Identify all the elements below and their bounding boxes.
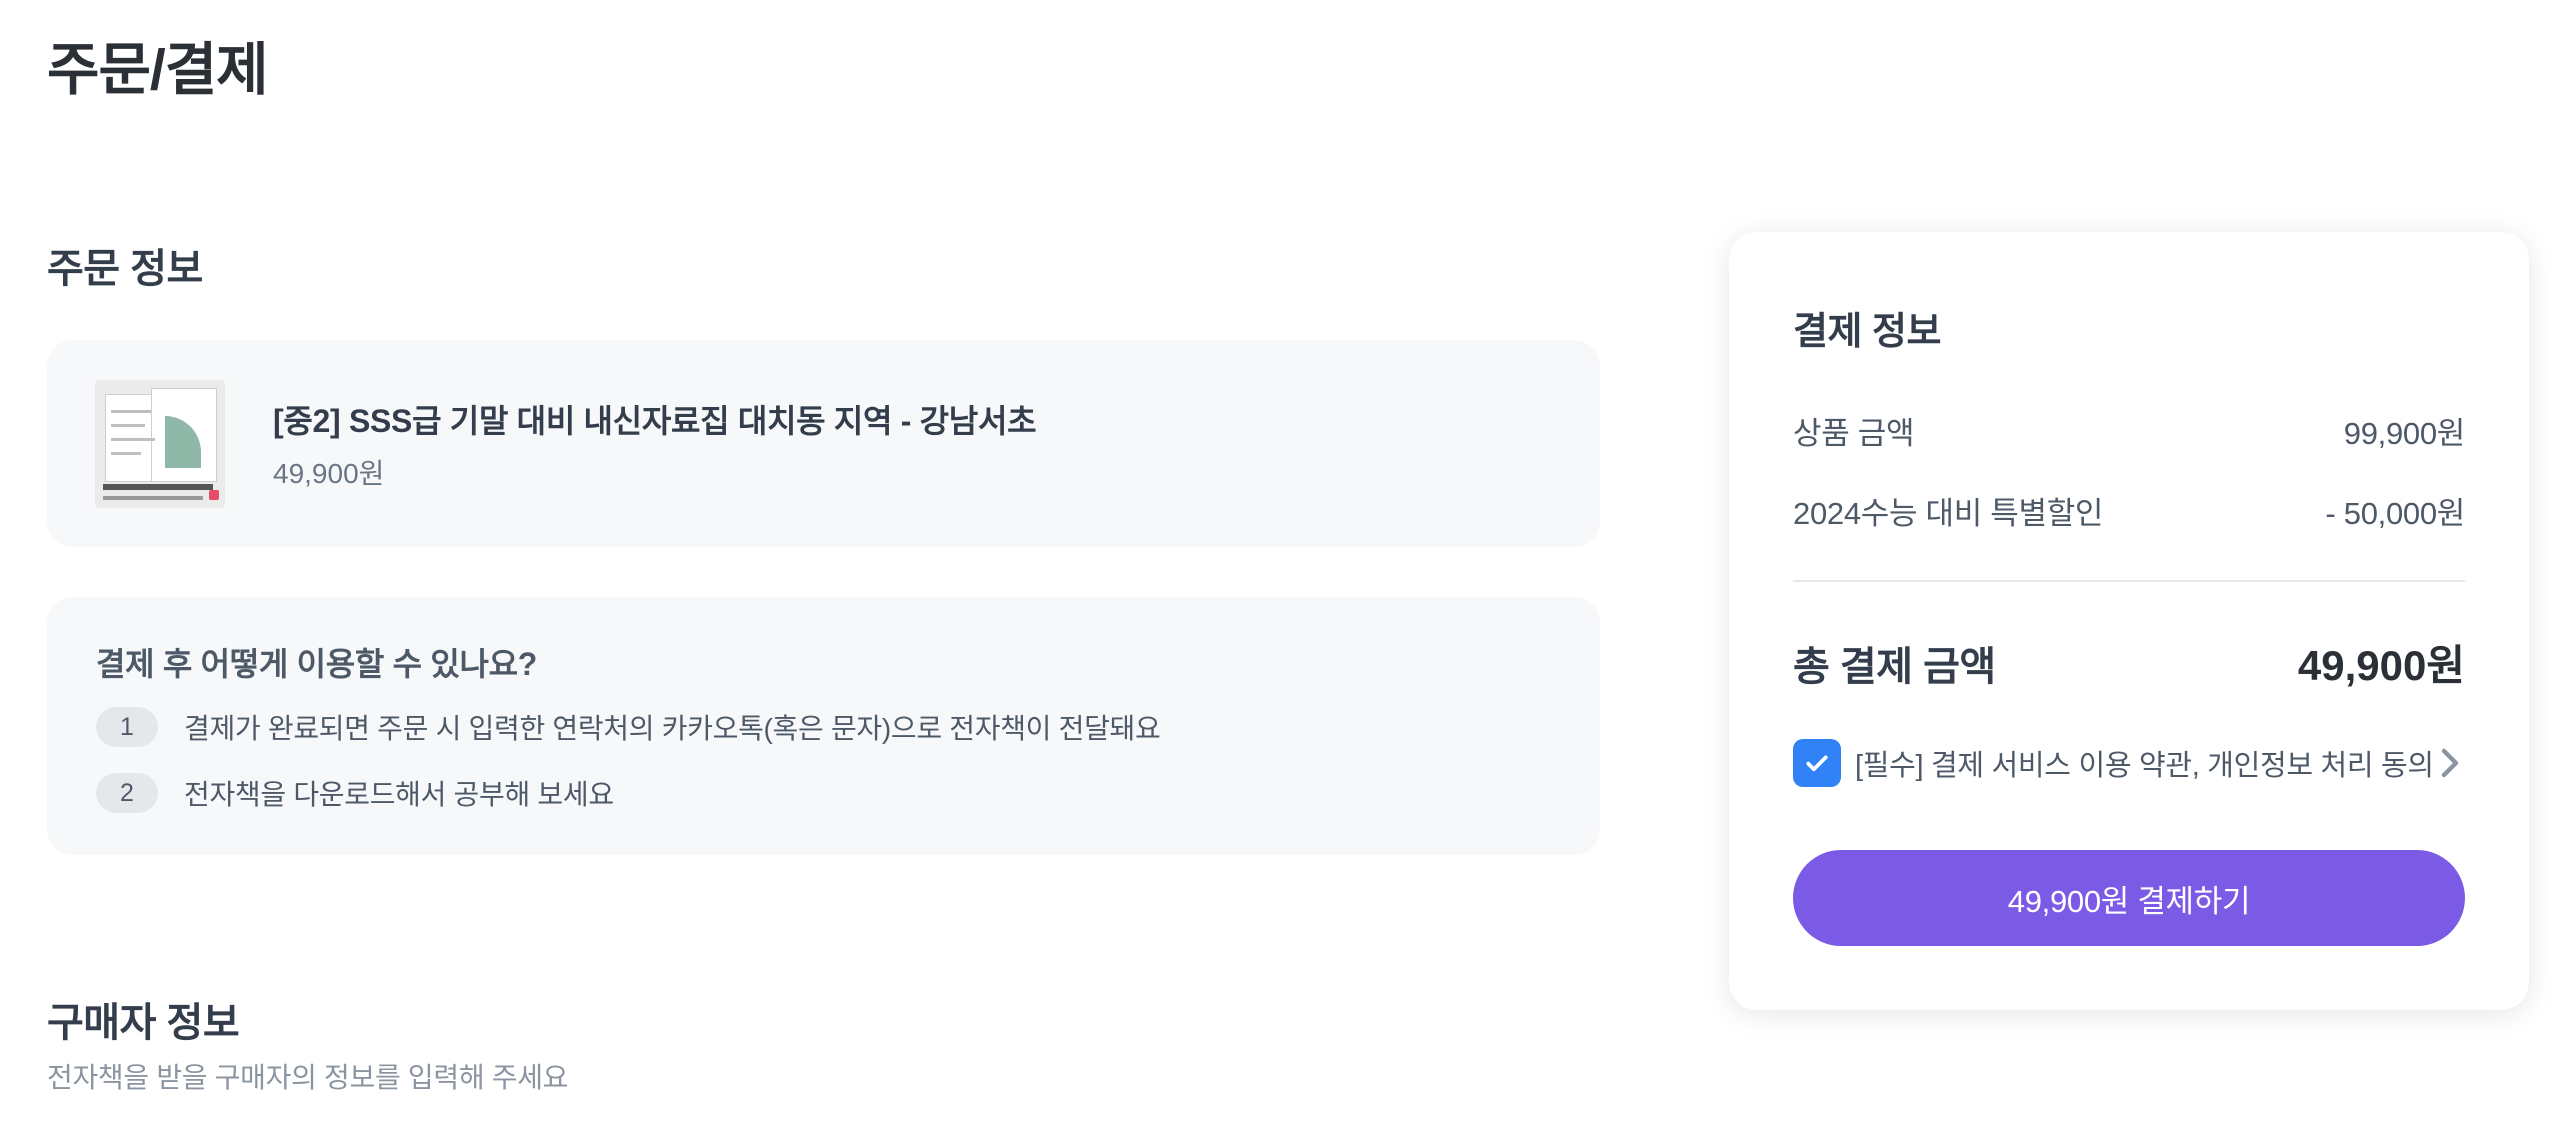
total-label: 총 결제 금액 [1793,644,1996,689]
total-row: 총 결제 금액 49,900원 [1793,632,2465,693]
usage-guide-title: 결제 후 어떻게 이용할 수 있나요? [96,646,538,682]
price-row-label: 상품 금액 [1793,416,1915,451]
product-card: [중2] SSS급 기말 대비 내신자료집 대치동 지역 - 강남서초 49,9… [47,340,1600,547]
step-number: 2 [96,773,158,813]
agreement-text[interactable]: [필수] 결제 서비스 이용 약관, 개인정보 처리 동의 [1855,742,2435,784]
order-info-title: 주문 정보 [47,247,203,291]
pay-button[interactable]: 49,900원 결제하기 [1793,850,2465,946]
page-title: 주문/결제 [47,38,269,102]
discount-row-value: - 50,000원 [2325,496,2465,531]
check-icon [1806,755,1828,772]
price-row: 상품 금액 99,900원 [1793,408,2465,453]
product-price: 49,900원 [273,458,385,489]
usage-step: 1 결제가 완료되면 주문 시 입력한 연락처의 카카오톡(혹은 문자)으로 전… [96,707,1161,747]
step-text: 결제가 완료되면 주문 시 입력한 연락처의 카카오톡(혹은 문자)으로 전자책… [184,713,1161,744]
agreement-row[interactable]: [필수] 결제 서비스 이용 약관, 개인정보 처리 동의 [1793,738,2465,788]
agreement-checkbox[interactable] [1793,739,1841,787]
usage-guide-card: 결제 후 어떻게 이용할 수 있나요? 1 결제가 완료되면 주문 시 입력한 … [47,597,1600,855]
payment-summary-card: 결제 정보 상품 금액 99,900원 2024수능 대비 특별할인 - 50,… [1729,232,2529,1010]
product-name: [중2] SSS급 기말 대비 내신자료집 대치동 지역 - 강남서초 [273,403,1037,439]
price-row-value: 99,900원 [2343,416,2466,451]
discount-row: 2024수능 대비 특별할인 - 50,000원 [1793,488,2465,533]
chevron-right-icon[interactable] [2435,743,2465,783]
divider [1793,580,2465,582]
usage-step: 2 전자책을 다운로드해서 공부해 보세요 [96,773,614,813]
buyer-info-subtitle: 전자책을 받을 구매자의 정보를 입력해 주세요 [47,1062,569,1093]
total-value: 49,900원 [2297,642,2465,689]
product-thumbnail [95,380,225,508]
step-number: 1 [96,707,158,747]
buyer-info-title: 구매자 정보 [47,1001,240,1045]
step-text: 전자책을 다운로드해서 공부해 보세요 [184,779,614,810]
payment-title: 결제 정보 [1793,311,1941,353]
discount-row-label: 2024수능 대비 특별할인 [1793,496,2104,531]
